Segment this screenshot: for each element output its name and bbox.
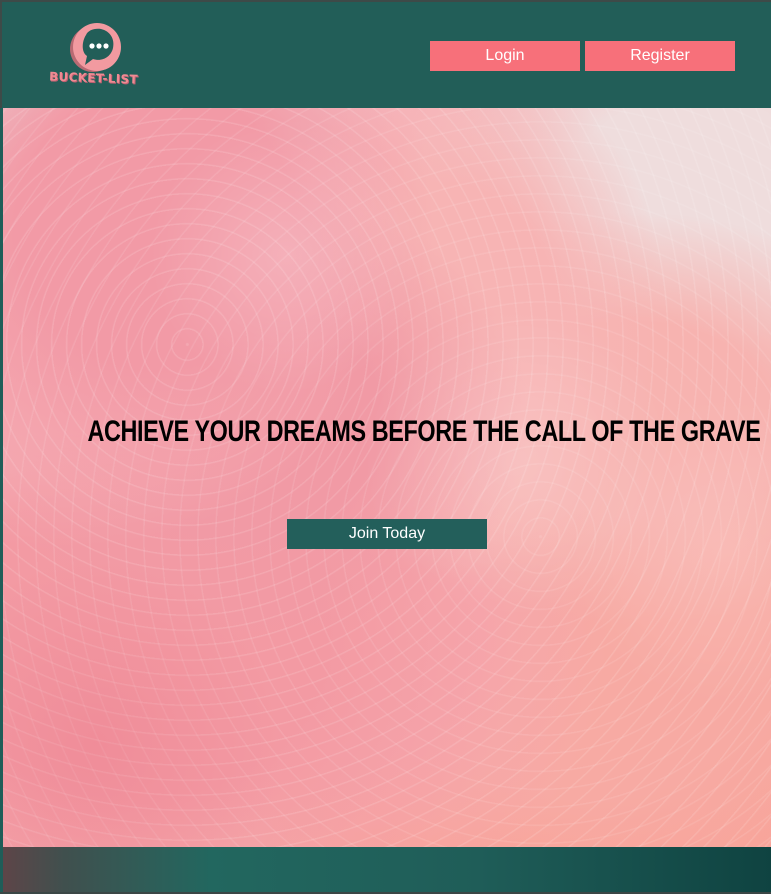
join-today-button[interactable]: Join Today bbox=[287, 519, 487, 549]
hero-section: ACHIEVE YOUR DREAMS BEFORE THE CALL OF T… bbox=[3, 108, 771, 847]
chat-bubble-icon bbox=[70, 23, 121, 72]
register-button[interactable]: Register bbox=[585, 41, 735, 71]
bucket-list-logo[interactable]: BUCKET-LIST bbox=[46, 20, 142, 90]
site-header: BUCKET-LIST Login Register bbox=[0, 0, 771, 108]
login-button[interactable]: Login bbox=[430, 41, 580, 71]
bucket-list-page: BUCKET-LIST Login Register ACHIEVE YOUR … bbox=[0, 0, 771, 894]
logo-wordmark: BUCKET-LIST bbox=[48, 69, 139, 87]
site-footer bbox=[3, 847, 771, 892]
hero-headline: ACHIEVE YOUR DREAMS BEFORE THE CALL OF T… bbox=[87, 415, 761, 448]
